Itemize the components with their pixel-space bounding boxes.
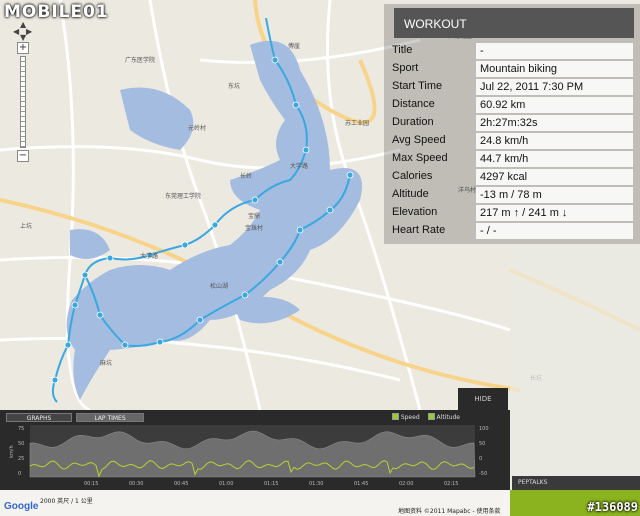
y-right-tick: 100 bbox=[479, 426, 489, 432]
map-label: 大学路 bbox=[140, 252, 158, 260]
stat-label: Avg Speed bbox=[392, 134, 446, 146]
map-label: 苏工业园 bbox=[345, 119, 369, 127]
x-tick: 02:00 bbox=[399, 481, 413, 487]
pan-down-icon[interactable]: ▼ bbox=[20, 33, 26, 42]
x-tick: 02:15 bbox=[444, 481, 458, 487]
stat-row: Heart Rate - / - bbox=[384, 222, 640, 240]
x-tick: 00:15 bbox=[84, 481, 98, 487]
map-label: 宝珠村 bbox=[245, 224, 263, 232]
hide-graphs-button[interactable]: HIDE bbox=[458, 388, 508, 410]
map-scale: 2000 英尺 / 1 公里 bbox=[40, 498, 93, 505]
map-label: 东坑 bbox=[228, 82, 240, 90]
stat-row: Calories 4297 kcal bbox=[384, 168, 640, 186]
x-tick: 01:15 bbox=[264, 481, 278, 487]
stat-row: Sport Mountain biking bbox=[384, 60, 640, 78]
map-label: 松山湖 bbox=[210, 282, 228, 290]
stat-value: - / - bbox=[476, 223, 633, 239]
y-right-tick: -50 bbox=[479, 471, 487, 477]
x-tick: 01:00 bbox=[219, 481, 233, 487]
zoom-in-button[interactable]: + bbox=[17, 42, 29, 54]
stat-row: Altitude -13 m / 78 m bbox=[384, 186, 640, 204]
pan-left-icon[interactable]: ◀ bbox=[13, 27, 19, 36]
stat-label: Duration bbox=[392, 116, 434, 128]
workout-panel: WORKOUT Title - Sport Mountain biking Start … bbox=[384, 4, 640, 244]
x-ticks: 00:15 00:30 00:45 01:00 01:15 01:30 01:45 02:00… bbox=[84, 481, 458, 487]
stat-row: Elevation 217 m ↑ / 241 m ↓ bbox=[384, 204, 640, 222]
stat-label: Elevation bbox=[392, 206, 438, 218]
stat-label: Altitude bbox=[392, 188, 429, 200]
stat-value: Jul 22, 2011 7:30 PM bbox=[476, 79, 633, 95]
watermark-logo: MOBILE01 bbox=[4, 2, 109, 22]
map-label: 东莞理工学院 bbox=[165, 192, 201, 200]
map-label: 麻坑 bbox=[100, 359, 112, 367]
zoom-out-button[interactable]: − bbox=[17, 150, 29, 162]
x-tick: 00:30 bbox=[129, 481, 143, 487]
graph-panel: GRAPHS LAP TIMES Speed Altitude 75 50 25 0 … bbox=[0, 410, 510, 490]
y-left-tick: 50 bbox=[18, 441, 24, 447]
peptalks-bar[interactable]: PEPTALKS bbox=[512, 476, 640, 490]
stat-row: Title - bbox=[384, 42, 640, 60]
stat-row: Duration 2h:27m:32s bbox=[384, 114, 640, 132]
stat-value: 217 m ↑ / 241 m ↓ bbox=[476, 205, 633, 221]
workout-panel-title: WORKOUT bbox=[394, 8, 634, 38]
stat-label: Calories bbox=[392, 170, 433, 182]
zoom-control[interactable]: ▲ ◀ ▶ ▼ + − bbox=[13, 20, 32, 163]
stat-value: -13 m / 78 m bbox=[476, 187, 633, 203]
altitude-series bbox=[29, 430, 476, 478]
stat-row: Avg Speed 24.8 km/h bbox=[384, 132, 640, 150]
stat-value: 60.92 km bbox=[476, 97, 633, 113]
speed-altitude-graph[interactable]: 75 50 25 0 100 50 0 -50 00:15 00:30 00:45 01:00 01… bbox=[0, 410, 510, 490]
y-left-tick: 75 bbox=[18, 426, 24, 432]
y-left-tick: 25 bbox=[18, 456, 24, 462]
stat-label: Start Time bbox=[392, 80, 443, 92]
stat-label: Title bbox=[392, 44, 413, 56]
google-logo[interactable]: Google bbox=[4, 501, 38, 512]
workout-stats: Title - Sport Mountain biking Start Time Jul … bbox=[384, 42, 640, 240]
map-copyright[interactable]: 地图资料 ©2011 Mapabc - 使用条款 bbox=[398, 506, 501, 515]
stat-row: Start Time Jul 22, 2011 7:30 PM bbox=[384, 78, 640, 96]
stat-value: 4297 kcal bbox=[476, 169, 633, 185]
pan-control[interactable]: ▲ ◀ ▶ ▼ bbox=[13, 20, 32, 42]
map-label: 傅崖 bbox=[288, 42, 300, 50]
x-tick: 01:30 bbox=[309, 481, 323, 487]
stat-value: 2h:27m:32s bbox=[476, 115, 633, 131]
stat-row: Max Speed 44.7 km/h bbox=[384, 150, 640, 168]
stat-label: Distance bbox=[392, 98, 435, 110]
pan-right-icon[interactable]: ▶ bbox=[26, 27, 32, 36]
stat-value: 24.8 km/h bbox=[476, 133, 633, 149]
stat-label: Heart Rate bbox=[392, 224, 446, 236]
map-label: 上坑 bbox=[20, 222, 32, 230]
zoom-slider[interactable] bbox=[20, 56, 26, 148]
x-tick: 01:45 bbox=[354, 481, 368, 487]
y-right-tick: 50 bbox=[479, 441, 485, 447]
stat-label: Max Speed bbox=[392, 152, 448, 164]
map-label: 大宇路 bbox=[290, 162, 308, 170]
image-badge: #136089 bbox=[587, 500, 638, 514]
map-label: 广东医学院 bbox=[125, 56, 155, 64]
map-label: 长岭 bbox=[240, 172, 252, 180]
stat-value: Mountain biking bbox=[476, 61, 633, 77]
stat-value: 44.7 km/h bbox=[476, 151, 633, 167]
y-left-ticks: 75 50 25 0 bbox=[18, 426, 24, 477]
x-tick: 00:45 bbox=[174, 481, 188, 487]
y-left-tick: 0 bbox=[18, 471, 21, 477]
y-left-unit: km/h bbox=[9, 445, 15, 458]
y-right-tick: 0 bbox=[479, 456, 482, 462]
stat-row: Distance 60.92 km bbox=[384, 96, 640, 114]
map-label: 元岭村 bbox=[188, 124, 206, 132]
stat-value: - bbox=[476, 43, 633, 59]
y-right-ticks: 100 50 0 -50 bbox=[479, 426, 489, 477]
map-label: 宝鼎 bbox=[248, 212, 260, 220]
side-strip bbox=[510, 244, 640, 476]
stat-label: Sport bbox=[392, 62, 419, 74]
